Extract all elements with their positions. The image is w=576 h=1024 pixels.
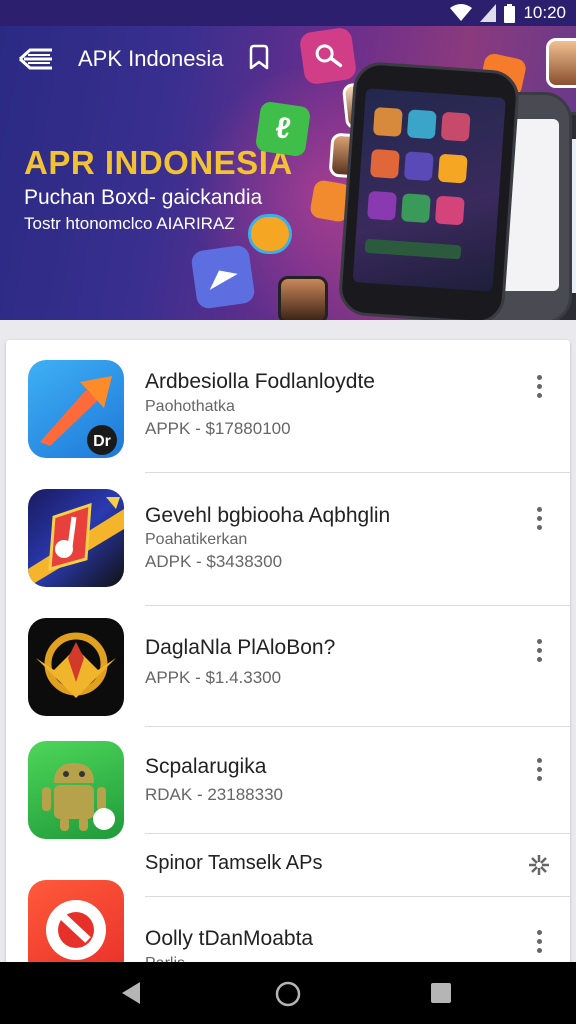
more-vert-icon[interactable] — [532, 638, 548, 664]
app-icon — [28, 618, 124, 716]
send-icon — [209, 270, 238, 290]
hero-title: APR INDONESIA — [24, 144, 293, 181]
home-icon[interactable] — [274, 980, 302, 1008]
app-price: APPK - $17880100 — [145, 419, 291, 438]
bookmark-icon[interactable] — [248, 44, 270, 70]
settings-sparkle-icon[interactable] — [528, 854, 550, 876]
app-developer: Poahatikerkan — [145, 531, 248, 548]
app-name: Gevehl bgbiooha Aqbhglin — [145, 504, 391, 527]
app-price: RDAK - 23188330 — [145, 785, 283, 804]
list-item[interactable]: Gevehl bgbiooha Aqbhglin Poahatikerkan A… — [6, 473, 570, 606]
emblem-app-icon — [36, 632, 116, 698]
app-name: Ardbesiolla Fodlanloydte — [145, 370, 375, 393]
music-app-icon — [28, 497, 124, 587]
more-vert-icon[interactable] — [532, 757, 548, 783]
recents-icon[interactable] — [430, 982, 452, 1004]
app-price: ADPK - $3438300 — [145, 552, 283, 571]
floating-app-icon-green: ℓ — [254, 100, 312, 158]
app-price: APPK - $1.4.3300 — [145, 668, 282, 687]
android-app-icon — [42, 763, 115, 831]
search-icon — [315, 44, 343, 68]
battery-icon — [504, 3, 516, 23]
app-title: APK Indonesia — [78, 46, 224, 71]
navigation-bar — [0, 962, 576, 1024]
list-item[interactable]: DaglaNla PlAloBon? APPK - $1.4.3300 — [6, 606, 570, 727]
wifi-icon — [450, 4, 473, 21]
list-item[interactable]: Scpalarugika RDAK - 23188330 — [6, 727, 570, 839]
app-name: Scpalarugika — [145, 755, 267, 778]
app-icon — [28, 741, 124, 839]
search-button[interactable] — [298, 26, 358, 86]
floating-photo-icon — [546, 38, 576, 88]
signal-icon — [480, 4, 497, 22]
app-icon: Dr — [28, 360, 124, 458]
status-time: 10:20 — [523, 3, 566, 22]
status-icons: 10:20 — [450, 3, 566, 23]
phone-mockup-front — [337, 60, 521, 320]
more-vert-icon[interactable] — [532, 929, 548, 955]
app-name: DaglaNla PlAloBon? — [145, 636, 336, 659]
hero-subtitle: Puchan Boxd- gaickandia — [24, 186, 263, 209]
hero-tagline: Tostr htonomclco AIARIRAZ — [24, 214, 235, 233]
app-icon — [28, 489, 124, 587]
section-label: Spinor Tamselk APs — [145, 852, 323, 874]
floating-send-icon — [190, 244, 256, 310]
list-item[interactable]: Dr Ardbesiolla Fodlanloydte Paohothatka … — [6, 340, 570, 473]
app-list: Dr Ardbesiolla Fodlanloydte Paohothatka … — [6, 340, 570, 980]
floating-photo-icon — [278, 276, 328, 320]
hero-banner: APK Indonesia APR INDONESIA Puchan Boxd-… — [0, 26, 576, 320]
menu-icon[interactable] — [18, 44, 54, 74]
app-name: Oolly tDanMoabta — [145, 927, 314, 950]
back-icon[interactable] — [118, 980, 144, 1006]
screen: 10:20 APK Indonesia APR INDONESIA Puchan… — [0, 0, 576, 1024]
status-bar: 10:20 — [0, 0, 576, 26]
arrow-app-icon: Dr — [40, 376, 117, 455]
floating-chat-icon — [248, 214, 292, 254]
more-vert-icon[interactable] — [532, 374, 548, 400]
svg-text:Dr: Dr — [93, 433, 111, 450]
more-vert-icon[interactable] — [532, 506, 548, 532]
app-developer: Paohothatka — [145, 398, 235, 415]
